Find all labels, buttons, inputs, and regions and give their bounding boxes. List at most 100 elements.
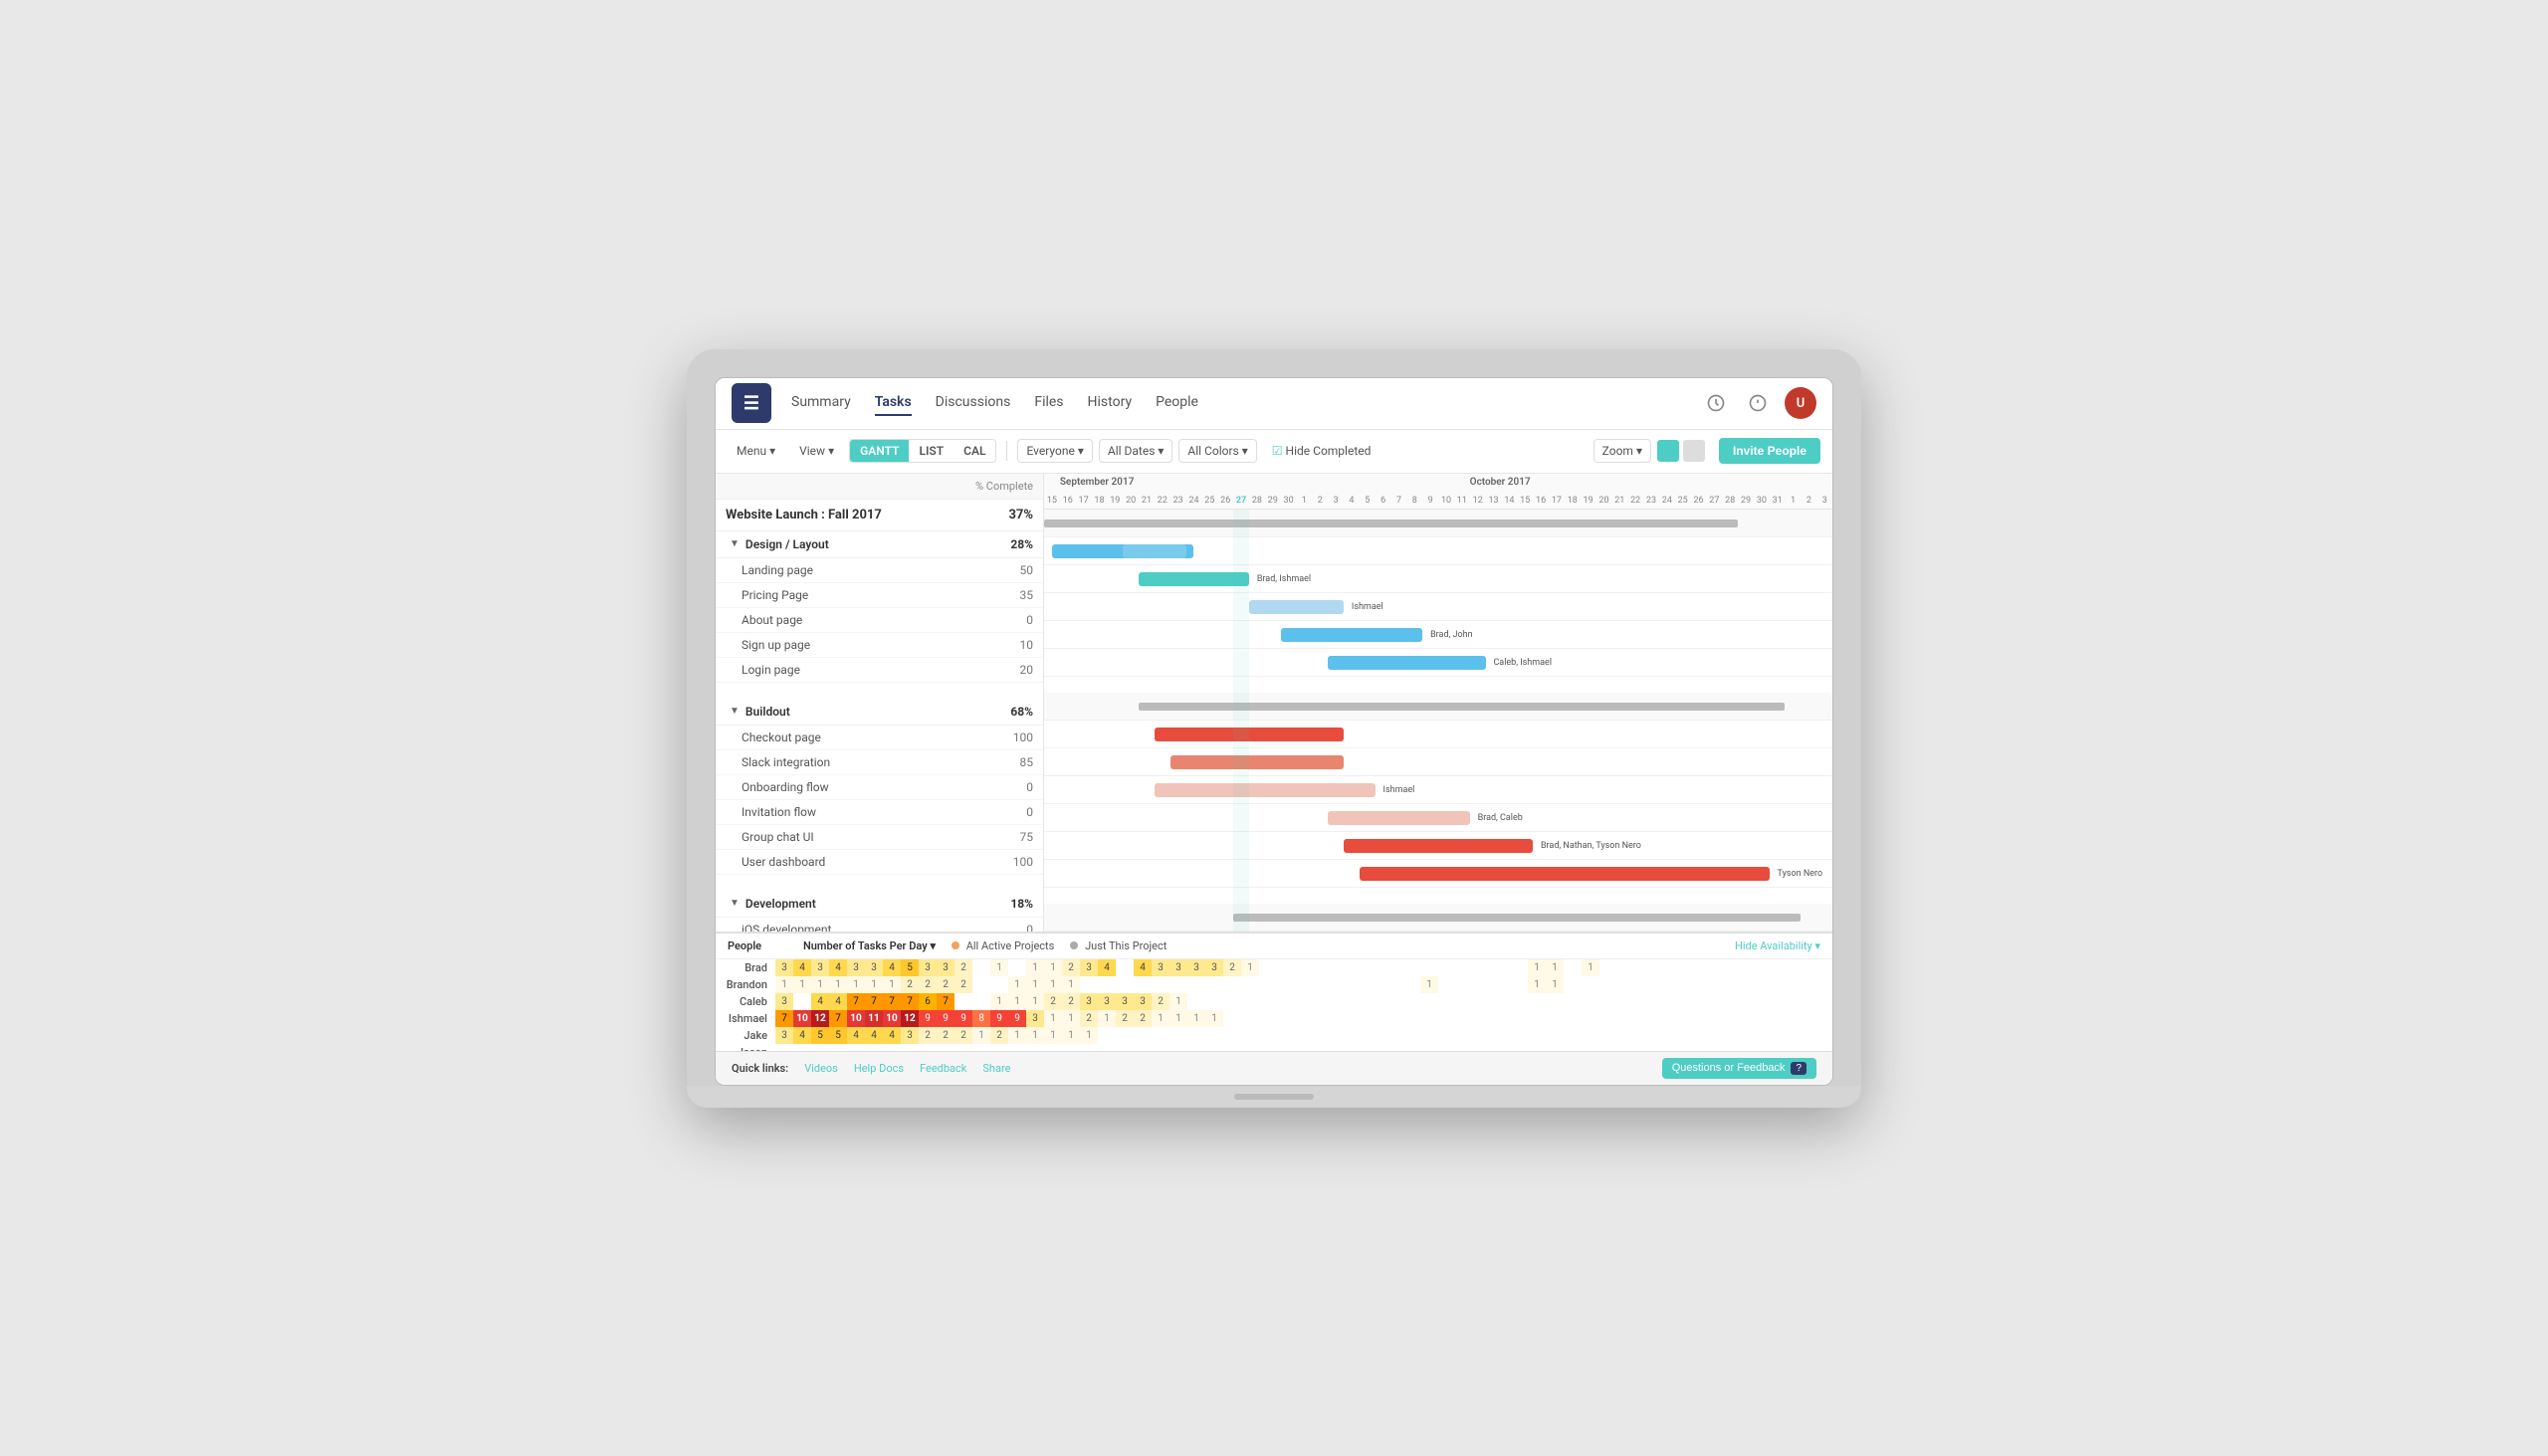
avail-cell[interactable]: 3 <box>937 959 955 976</box>
avail-cell[interactable] <box>1259 959 1277 976</box>
avail-cell[interactable]: 3 <box>775 1027 793 1044</box>
gantt-row-dashboard[interactable]: Tyson Nero <box>1044 860 1832 888</box>
avail-cell[interactable] <box>1241 1010 1259 1027</box>
avail-cell[interactable]: 1 <box>1026 993 1044 1010</box>
avail-cell[interactable] <box>1295 993 1313 1010</box>
avail-cell[interactable]: 2 <box>1062 993 1080 1010</box>
avail-cell[interactable]: 2 <box>1080 1010 1098 1027</box>
avail-cell[interactable]: 2 <box>1152 993 1169 1010</box>
avail-cell[interactable] <box>1116 1027 1134 1044</box>
task-login-page[interactable]: Login page 20 <box>716 658 1043 683</box>
avail-cell[interactable]: 1 <box>1152 1010 1169 1027</box>
avail-cell[interactable]: 1 <box>1062 976 1080 993</box>
task-signup-page[interactable]: Sign up page 10 <box>716 633 1043 658</box>
hide-completed-btn[interactable]: ☑ Hide Completed <box>1263 439 1380 463</box>
footer-videos-link[interactable]: Videos <box>804 1062 838 1075</box>
avail-cell[interactable]: 7 <box>775 1010 793 1027</box>
avail-cell[interactable]: 3 <box>1187 959 1205 976</box>
cal-tab[interactable]: CAL <box>954 440 995 462</box>
avail-cell[interactable]: 7 <box>937 993 955 1010</box>
avail-cell[interactable] <box>1349 1027 1367 1044</box>
avail-cell[interactable]: 4 <box>829 993 847 1010</box>
clock-icon[interactable] <box>1701 388 1731 418</box>
avail-cell[interactable]: 4 <box>811 993 829 1010</box>
avail-cell[interactable] <box>1008 1044 1026 1051</box>
avail-cell[interactable]: 11 <box>865 1010 883 1027</box>
avail-cell[interactable]: 1 <box>847 976 865 993</box>
avail-cell[interactable] <box>1331 976 1349 993</box>
avail-cell[interactable] <box>1456 1027 1474 1044</box>
footer-feedback-link[interactable]: Feedback <box>920 1062 966 1075</box>
avail-cell[interactable] <box>1223 1044 1241 1051</box>
avail-cell[interactable]: 4 <box>883 959 901 976</box>
avail-cell[interactable] <box>1241 1044 1259 1051</box>
avail-cell[interactable] <box>1187 976 1205 993</box>
gantt-row-invitation[interactable]: Brad, Caleb <box>1044 804 1832 832</box>
view-dropdown[interactable]: View ▾ <box>790 439 843 463</box>
avail-cell[interactable]: 2 <box>990 1027 1008 1044</box>
avail-cell[interactable] <box>1277 959 1295 976</box>
avail-cell[interactable] <box>1456 993 1474 1010</box>
avail-cell[interactable] <box>1331 1044 1349 1051</box>
avail-cell[interactable]: 2 <box>955 959 972 976</box>
avail-cell[interactable]: 2 <box>1116 1010 1134 1027</box>
avail-cell[interactable]: 1 <box>1098 1010 1116 1027</box>
avail-cell[interactable] <box>1510 1027 1528 1044</box>
avail-cell[interactable]: 2 <box>955 1027 972 1044</box>
avail-cell[interactable] <box>1331 1027 1349 1044</box>
gantt-row-groupchat[interactable]: Brad, Nathan, Tyson Nero <box>1044 832 1832 860</box>
questions-feedback-button[interactable]: Questions or Feedback ? <box>1662 1058 1816 1079</box>
avail-cell[interactable] <box>1564 1044 1582 1051</box>
avail-cell[interactable]: 3 <box>775 959 793 976</box>
avail-cell[interactable] <box>1241 976 1259 993</box>
avail-cell[interactable]: 1 <box>1062 1010 1080 1027</box>
avail-cell[interactable]: 9 <box>990 1010 1008 1027</box>
avail-cell[interactable] <box>1116 1044 1134 1051</box>
avail-cell[interactable] <box>1349 993 1367 1010</box>
avail-cell[interactable]: 1 <box>1044 976 1062 993</box>
avail-cell[interactable] <box>1187 1027 1205 1044</box>
avail-cell[interactable] <box>1402 976 1420 993</box>
avail-cell[interactable] <box>775 1044 793 1051</box>
avail-cell[interactable] <box>1295 1044 1313 1051</box>
avail-cell[interactable] <box>919 1044 937 1051</box>
avail-cell[interactable] <box>1331 1010 1349 1027</box>
avail-cell[interactable]: 3 <box>1116 993 1134 1010</box>
avail-cell[interactable] <box>1295 1010 1313 1027</box>
avail-cell[interactable]: 9 <box>1008 1010 1026 1027</box>
gantt-row-onboarding[interactable]: Ishmael <box>1044 776 1832 804</box>
avail-cell[interactable] <box>1259 993 1277 1010</box>
tab-discussions[interactable]: Discussions <box>936 390 1011 416</box>
avail-cell[interactable] <box>1384 1027 1402 1044</box>
avail-cell[interactable]: 3 <box>1080 959 1098 976</box>
avail-cell[interactable] <box>1349 1044 1367 1051</box>
avail-cell[interactable] <box>1098 976 1116 993</box>
avail-cell[interactable] <box>1438 976 1456 993</box>
avail-cell[interactable]: 1 <box>1062 1027 1080 1044</box>
avail-cell[interactable] <box>1582 1027 1599 1044</box>
avail-cell[interactable] <box>1241 993 1259 1010</box>
hide-availability-btn[interactable]: Hide Availability ▾ <box>1735 939 1820 952</box>
avail-cell[interactable] <box>1259 1027 1277 1044</box>
avail-cell[interactable]: 1 <box>1044 959 1062 976</box>
avail-cell[interactable]: 3 <box>1205 959 1223 976</box>
avail-cell[interactable]: 3 <box>811 959 829 976</box>
avail-cell[interactable] <box>1313 1044 1331 1051</box>
task-ios-development[interactable]: iOS development 0 <box>716 918 1043 932</box>
avail-cell[interactable] <box>1546 993 1564 1010</box>
group-development[interactable]: ▼ Development 18% <box>716 891 1043 918</box>
avail-cell[interactable] <box>1026 1044 1044 1051</box>
color-picker-2[interactable] <box>1683 440 1705 462</box>
avail-cell[interactable]: 7 <box>847 993 865 1010</box>
avail-cell[interactable]: 3 <box>847 959 865 976</box>
avail-cell[interactable] <box>972 959 990 976</box>
avail-cell[interactable] <box>1205 1044 1223 1051</box>
menu-dropdown[interactable]: Menu ▾ <box>728 439 784 463</box>
avail-cell[interactable]: 4 <box>793 959 811 976</box>
avail-cell[interactable]: 1 <box>1205 1010 1223 1027</box>
task-invitation-flow[interactable]: Invitation flow 0 <box>716 800 1043 825</box>
task-about-page[interactable]: About page 0 <box>716 608 1043 633</box>
avail-cell[interactable]: 2 <box>955 976 972 993</box>
task-landing-page[interactable]: Landing page 50 <box>716 558 1043 583</box>
avail-cell[interactable]: 1 <box>1080 1027 1098 1044</box>
